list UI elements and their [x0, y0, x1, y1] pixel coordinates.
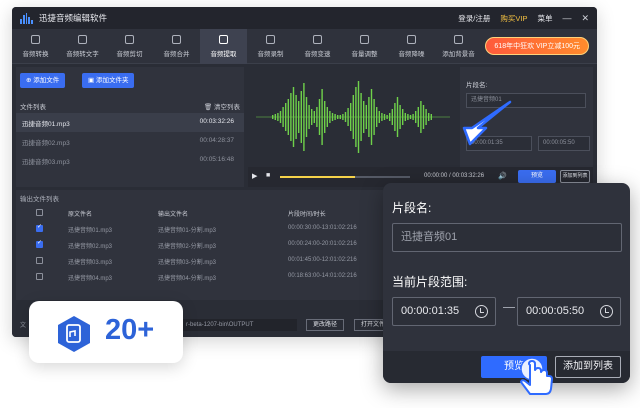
promo-banner[interactable]: 618年中狂欢 VIP立减100元	[485, 37, 589, 55]
row-checkbox[interactable]	[36, 223, 43, 232]
clock-icon[interactable]	[600, 305, 613, 318]
row-checkbox[interactable]	[36, 239, 43, 248]
volume-icon[interactable]: 🔊	[498, 172, 507, 180]
playback-track[interactable]	[280, 176, 410, 178]
add-folder-button[interactable]: ▣ 添加文件夹	[82, 73, 135, 88]
output-list-caption: 输出文件列表	[20, 196, 59, 203]
clock-icon[interactable]	[475, 305, 488, 318]
waveform-panel[interactable]	[248, 67, 458, 167]
text-icon	[78, 35, 87, 44]
microphone-icon	[266, 35, 275, 44]
cell-src: 迅捷音频01.mp3	[68, 228, 113, 234]
pointer-arrow-icon	[462, 100, 512, 146]
play-icon[interactable]: ▶	[252, 172, 257, 180]
cell-src: 迅捷音频03.mp3	[68, 260, 113, 266]
format-count-badge: 20+	[29, 301, 183, 363]
denoise-icon	[407, 35, 416, 44]
add-file-button[interactable]: ⊕ 添加文件	[20, 73, 66, 88]
cell-src: 迅捷音频04.mp3	[68, 276, 113, 282]
tool-noise-reduction[interactable]: 音频降噪	[388, 29, 435, 64]
clear-list-button[interactable]: 🗑 清空列表	[204, 101, 240, 111]
cell-time: 00:01:45:00-12:01:02:216	[288, 257, 357, 263]
tool-audio-record[interactable]: 音频录制	[247, 29, 294, 64]
cell-out: 迅捷音频04-分割.mp3	[158, 276, 217, 282]
row-checkbox[interactable]	[36, 273, 43, 280]
tool-audio-to-text[interactable]: 音频转文字	[59, 29, 106, 64]
feature-toolbar: 音频转换 音频转文字 音频剪切 音频合并 音频提取 音频录制 音频变速 音量调整…	[12, 29, 597, 64]
range-end-input[interactable]: 00:00:05:50	[517, 297, 621, 326]
waveform	[256, 81, 450, 153]
cell-time: 00:00:24:00-20:01:02:216	[288, 241, 357, 247]
music-icon	[454, 35, 463, 44]
cell-time: 00:00:30:00-13:01:02:216	[288, 225, 357, 231]
add-to-list-button-small[interactable]: 添加到列表	[560, 170, 590, 183]
audio-file-hexagon-icon	[58, 316, 90, 352]
output-path-field[interactable]: r-beta-1207-bin\OUTPUT	[182, 319, 297, 331]
segment-name-label: 片段名:	[466, 82, 488, 89]
change-path-button[interactable]: 更改路径	[306, 319, 345, 331]
segment-fill	[280, 176, 356, 178]
buy-vip-link[interactable]: 购买VIP	[500, 13, 527, 24]
extract-icon	[219, 35, 228, 44]
close-icon[interactable]: ✕	[581, 13, 589, 24]
scissors-icon	[125, 35, 134, 44]
file-row[interactable]: 迅捷音频01.mp3 00:03:32:26	[16, 113, 244, 132]
marketing-canvas: 迅捷音频编辑软件 登录/注册 购买VIP 菜单 — ✕ 音频转换 音频转文字 音…	[0, 0, 640, 408]
segment-name-label: 片段名:	[392, 201, 432, 215]
add-to-list-button[interactable]: 添加到列表	[555, 356, 621, 378]
playback-time: 00:00:00 / 00:03:32:26	[424, 173, 485, 179]
segment-range-label: 当前片段范围:	[392, 275, 468, 289]
tool-audio-speed[interactable]: 音频变速	[294, 29, 341, 64]
row-checkbox[interactable]	[36, 257, 43, 264]
title-bar-actions: 登录/注册 购买VIP 菜单 — ✕	[458, 7, 589, 29]
range-start-input[interactable]: 00:00:01:35	[392, 297, 496, 326]
login-link[interactable]: 登录/注册	[458, 13, 490, 24]
speed-icon	[313, 35, 322, 44]
app-title: 迅捷音频编辑软件	[39, 13, 108, 23]
menu-button[interactable]: 菜单	[537, 13, 552, 24]
tool-audio-cut[interactable]: 音频剪切	[106, 29, 153, 64]
tool-volume-adjust[interactable]: 音量调整	[341, 29, 388, 64]
segment-dialog-zoom: 片段名: 迅捷音频01 当前片段范围: 00:00:01:35 00:00:05…	[383, 183, 630, 383]
tool-audio-extract[interactable]: 音频提取	[200, 29, 247, 64]
range-end-input[interactable]: 00:00:05:50	[538, 136, 590, 151]
file-list-panel: ⊕ 添加文件 ▣ 添加文件夹 文件列表 🗑 清空列表 迅捷音频01.mp3 00…	[16, 67, 244, 187]
cell-out: 迅捷音频03-分割.mp3	[158, 260, 217, 266]
cell-out: 迅捷音频01-分割.mp3	[158, 228, 217, 234]
hand-cursor-icon	[520, 357, 553, 395]
minimize-icon[interactable]: —	[562, 13, 571, 23]
title-bar: 迅捷音频编辑软件 登录/注册 购买VIP 菜单 — ✕	[12, 7, 597, 29]
select-all-checkbox[interactable]	[36, 209, 43, 216]
tool-audio-merge[interactable]: 音频合并	[153, 29, 200, 64]
cell-out: 迅捷音频02-分割.mp3	[158, 244, 217, 250]
file-row[interactable]: 迅捷音频03.mp3 00:05:16:48	[16, 151, 244, 170]
cell-time: 00:18:63:00-14:01:02:216	[288, 273, 357, 279]
format-count: 20+	[105, 314, 155, 346]
segment-name-input[interactable]: 迅捷音频01	[392, 223, 622, 252]
stop-icon[interactable]: ■	[266, 172, 270, 179]
output-label-fragment: 文	[20, 323, 27, 329]
merge-icon	[172, 35, 181, 44]
file-list-title: 文件列表	[20, 104, 46, 111]
range-separator	[503, 307, 515, 308]
cell-src: 迅捷音频02.mp3	[68, 244, 113, 250]
convert-icon	[31, 35, 40, 44]
app-logo-icon	[20, 12, 33, 24]
tool-background-music[interactable]: 添加背景音	[435, 29, 482, 64]
file-row[interactable]: 迅捷音频02.mp3 00:04:28:37	[16, 132, 244, 151]
volume-icon	[360, 35, 369, 44]
tool-audio-convert[interactable]: 音频转换	[12, 29, 59, 64]
preview-button-small[interactable]: 预览	[518, 170, 556, 183]
